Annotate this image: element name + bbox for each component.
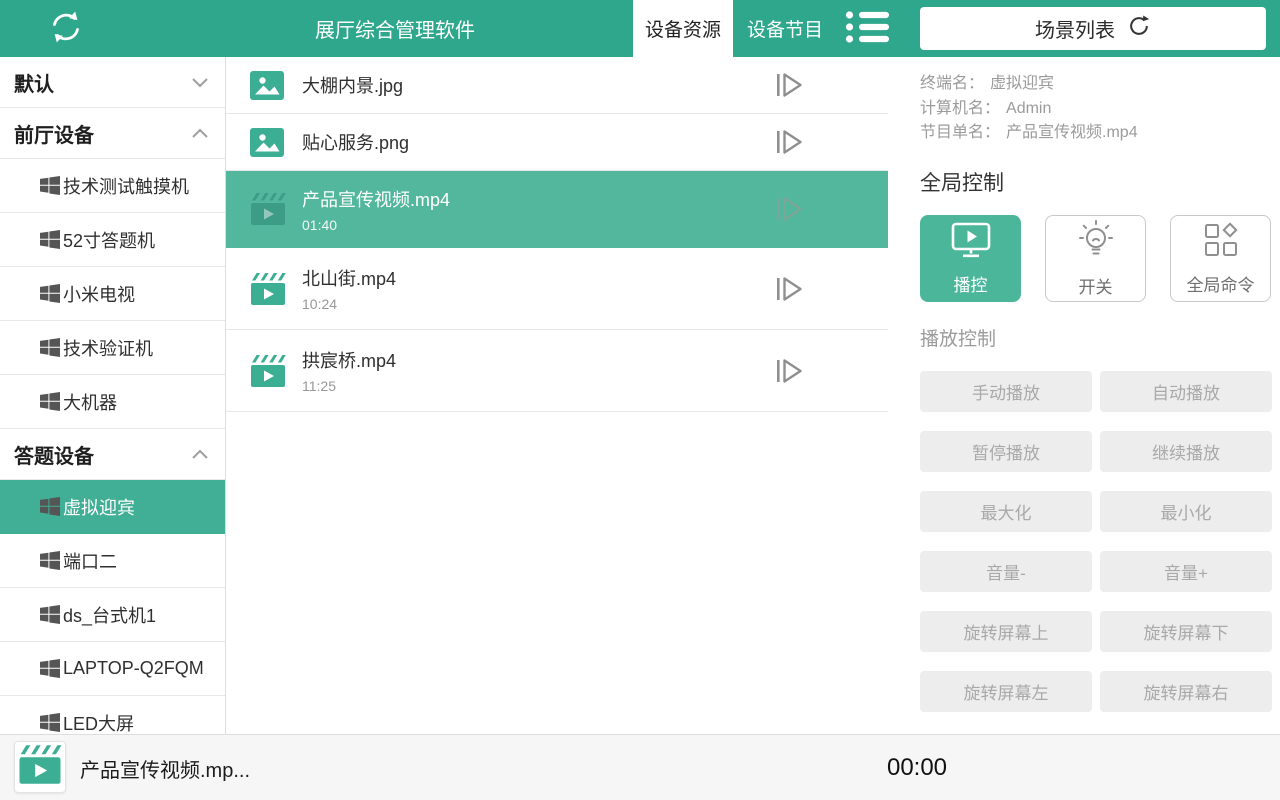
tab-device-programs[interactable]: 设备节目 xyxy=(733,0,837,57)
play-file-button[interactable] xyxy=(774,195,804,223)
file-name: 北山街.mp4 xyxy=(302,265,396,291)
top-bar: 展厅综合管理软件 设备资源 设备节目 场景列表 xyxy=(0,0,1280,57)
tab-device-resources[interactable]: 设备资源 xyxy=(633,0,733,57)
sidebar-group-header[interactable]: 答题设备 xyxy=(0,429,225,480)
sidebar-device-item[interactable]: LAPTOP-Q2FQM xyxy=(0,642,225,696)
sidebar-device-item[interactable]: LED大屏 xyxy=(0,696,225,734)
file-row[interactable]: 贴心服务.png xyxy=(226,114,888,171)
scene-list-button[interactable]: 场景列表 xyxy=(920,7,1266,50)
windows-device-icon xyxy=(40,392,60,411)
computer-name-line: 计算机名：Admin xyxy=(920,97,1280,122)
monitor-play-icon xyxy=(950,221,992,264)
app-title: 展厅综合管理软件 xyxy=(315,0,475,57)
sidebar-device-item[interactable]: 小米电视 xyxy=(0,267,225,321)
play-file-button[interactable] xyxy=(774,275,804,303)
playback-command-button[interactable]: 旋转屏幕上 xyxy=(920,611,1092,652)
sidebar-device-item[interactable]: 虚拟迎宾 xyxy=(0,480,225,534)
list-menu-button[interactable] xyxy=(845,12,891,46)
play-file-button[interactable] xyxy=(774,71,804,99)
file-name: 贴心服务.png xyxy=(302,129,409,155)
sync-button[interactable] xyxy=(46,10,86,48)
now-playing-thumbnail xyxy=(14,741,66,793)
file-name: 产品宣传视频.mp4 xyxy=(302,186,450,212)
playback-command-button[interactable]: 旋转屏幕下 xyxy=(1100,611,1272,652)
power-switch-button[interactable]: 开关 xyxy=(1045,215,1146,302)
chevron-down-icon xyxy=(191,77,209,88)
windows-device-icon xyxy=(40,338,60,357)
video-clapperboard-icon xyxy=(250,192,286,226)
windows-device-icon xyxy=(40,284,60,303)
playback-command-button[interactable]: 手动播放 xyxy=(920,371,1092,412)
chevron-up-icon xyxy=(191,128,209,139)
sidebar-device-item[interactable]: 大机器 xyxy=(0,375,225,429)
play-outline-icon xyxy=(774,195,804,223)
windows-device-icon xyxy=(40,230,60,249)
light-bulb-icon xyxy=(1076,219,1116,266)
windows-device-icon xyxy=(40,605,60,624)
playback-command-button[interactable]: 继续播放 xyxy=(1100,431,1272,472)
play-outline-icon xyxy=(774,71,804,99)
windows-device-icon xyxy=(40,176,60,195)
global-command-button[interactable]: 全局命令 xyxy=(1170,215,1271,302)
current-time: 00:00 xyxy=(886,735,948,800)
windows-device-icon xyxy=(40,551,60,570)
playback-command-button[interactable]: 音量- xyxy=(920,551,1092,592)
video-clapperboard-icon xyxy=(18,744,62,790)
terminal-name-line: 终端名：虚拟迎宾 xyxy=(920,72,1280,97)
image-file-icon xyxy=(250,128,284,157)
play-outline-icon xyxy=(774,128,804,156)
image-file-icon xyxy=(250,71,284,100)
playback-control-buttons: 手动播放自动播放暂停播放继续播放最大化最小化音量-音量+旋转屏幕上旋转屏幕下旋转… xyxy=(920,371,1280,712)
play-outline-icon xyxy=(774,357,804,385)
device-tree-sidebar: 默认前厅设备技术测试触摸机52寸答题机小米电视技术验证机大机器答题设备虚拟迎宾端… xyxy=(0,57,226,734)
player-bar: 产品宣传视频.mp... 00:00 xyxy=(0,734,1280,800)
file-duration: 11:25 xyxy=(302,378,396,394)
sidebar-device-item[interactable]: 技术验证机 xyxy=(0,321,225,375)
play-outline-icon xyxy=(774,275,804,303)
control-panel: 终端名：虚拟迎宾 计算机名：Admin 节目单名：产品宣传视频.mp4 全局控制 xyxy=(889,57,1280,734)
windows-device-icon xyxy=(40,497,60,516)
file-row[interactable]: 北山街.mp4 10:24 xyxy=(226,248,888,330)
sidebar-group-header[interactable]: 前厅设备 xyxy=(0,108,225,159)
sidebar-group-header[interactable]: 默认 xyxy=(0,57,225,108)
global-control-title: 全局控制 xyxy=(920,167,1280,197)
playback-command-button[interactable]: 最小化 xyxy=(1100,491,1272,532)
play-file-button[interactable] xyxy=(774,128,804,156)
sync-icon xyxy=(47,9,85,50)
playlist-name-line: 节目单名：产品宣传视频.mp4 xyxy=(920,121,1280,146)
refresh-icon xyxy=(1127,14,1151,44)
bullet-list-icon xyxy=(845,10,891,49)
playback-command-button[interactable]: 暂停播放 xyxy=(920,431,1092,472)
playback-command-button[interactable]: 旋转屏幕左 xyxy=(920,671,1092,712)
file-list: 大棚内景.jpg 贴心服务.png 产品宣传视频.mp4 01:40 北山街.mp4 10… xyxy=(226,57,888,734)
command-grid-icon xyxy=(1202,221,1240,264)
playback-control-title: 播放控制 xyxy=(920,324,1280,351)
windows-device-icon xyxy=(40,659,60,678)
sidebar-device-item[interactable]: 技术测试触摸机 xyxy=(0,159,225,213)
video-clapperboard-icon xyxy=(250,272,286,306)
sidebar-device-item[interactable]: 52寸答题机 xyxy=(0,213,225,267)
file-duration: 10:24 xyxy=(302,296,396,312)
sidebar-device-item[interactable]: 端口二 xyxy=(0,534,225,588)
file-row[interactable]: 大棚内景.jpg xyxy=(226,57,888,114)
playback-command-button[interactable]: 最大化 xyxy=(920,491,1092,532)
video-clapperboard-icon xyxy=(18,744,62,785)
play-file-button[interactable] xyxy=(774,357,804,385)
video-clapperboard-icon xyxy=(250,354,286,388)
play-control-mode-button[interactable]: 播控 xyxy=(920,215,1021,302)
app-window: 展厅综合管理软件 设备资源 设备节目 场景列表 xyxy=(0,0,1280,800)
sidebar-device-item[interactable]: ds_台式机1 xyxy=(0,588,225,642)
playback-command-button[interactable]: 旋转屏幕右 xyxy=(1100,671,1272,712)
file-row[interactable]: 产品宣传视频.mp4 01:40 xyxy=(226,171,888,248)
playback-command-button[interactable]: 自动播放 xyxy=(1100,371,1272,412)
file-name: 大棚内景.jpg xyxy=(302,72,403,98)
now-playing-name: 产品宣传视频.mp... xyxy=(80,735,250,800)
file-row[interactable]: 拱宸桥.mp4 11:25 xyxy=(226,330,888,412)
chevron-up-icon xyxy=(191,449,209,460)
file-duration: 01:40 xyxy=(302,217,450,233)
file-name: 拱宸桥.mp4 xyxy=(302,347,396,373)
playback-command-button[interactable]: 音量+ xyxy=(1100,551,1272,592)
global-control-buttons: 播控 开关 xyxy=(920,215,1280,302)
windows-device-icon xyxy=(40,713,60,732)
